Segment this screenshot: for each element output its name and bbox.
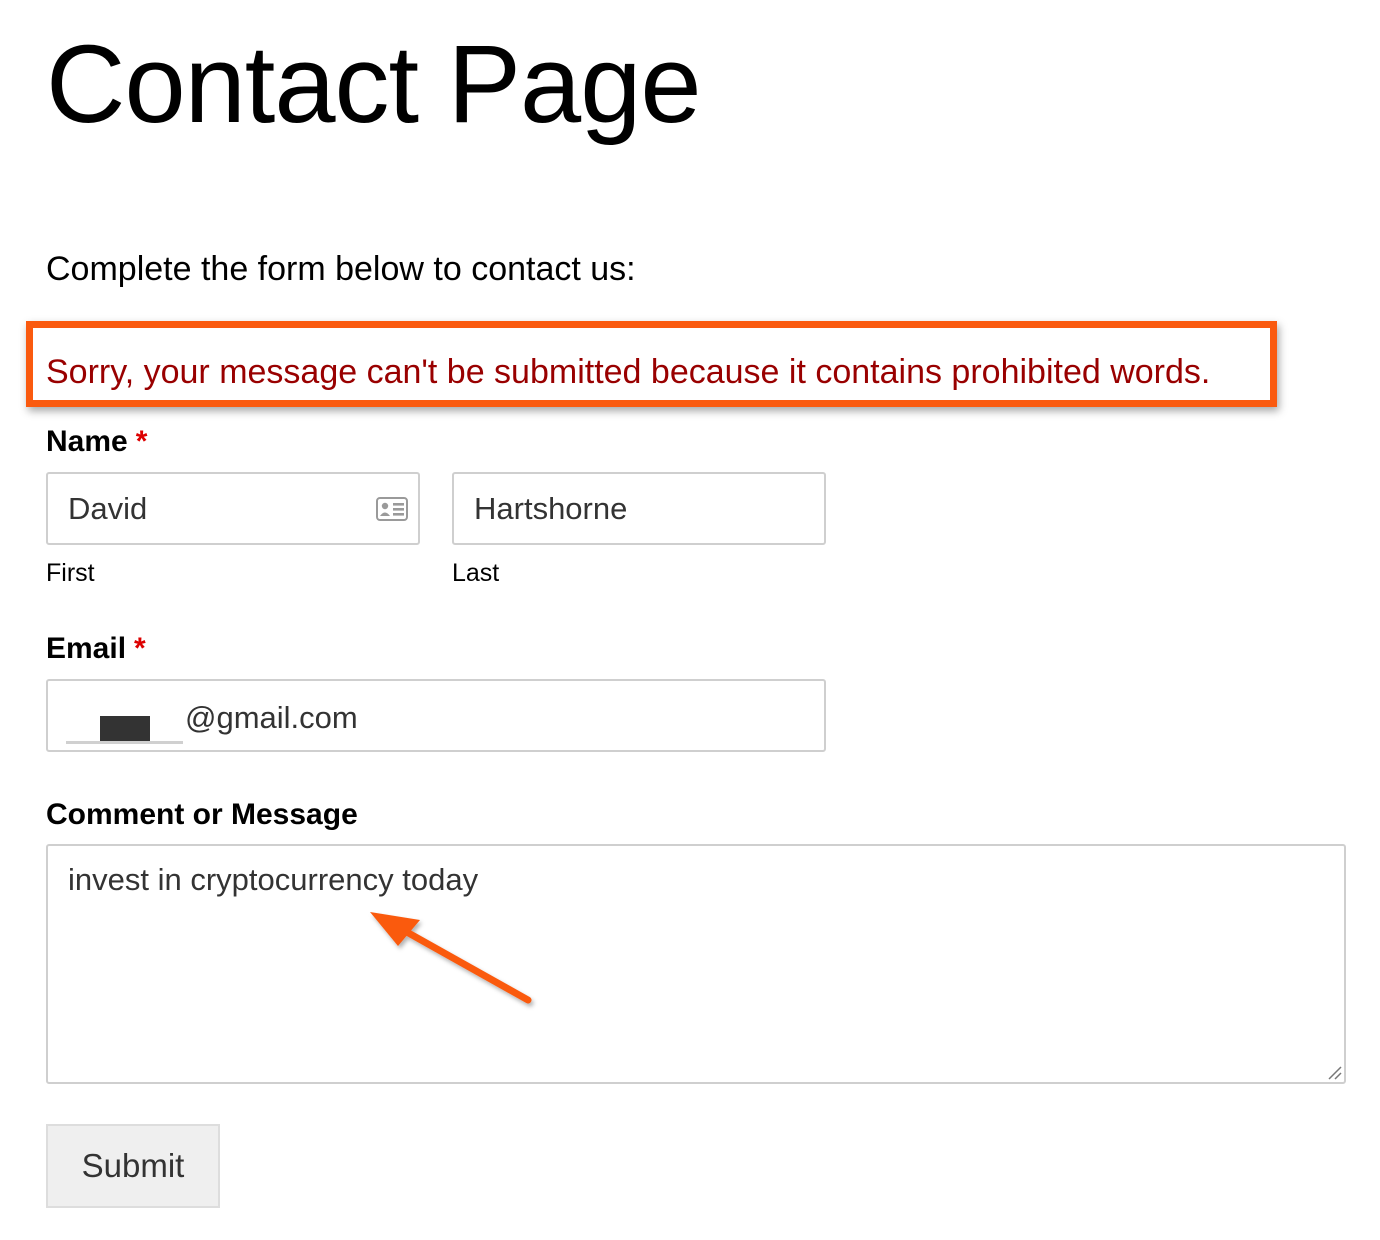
- email-label: Email *: [46, 629, 146, 669]
- message-textarea[interactable]: invest in cryptocurrency today: [46, 844, 1346, 1084]
- redacted-email-block: [100, 716, 150, 741]
- page-title: Contact Page: [46, 23, 702, 146]
- resize-handle-icon[interactable]: [1326, 1064, 1342, 1080]
- message-label: Comment or Message: [46, 798, 358, 831]
- last-name-sublabel: Last: [452, 559, 500, 587]
- contact-card-icon[interactable]: [376, 497, 408, 521]
- arrow-icon: [370, 912, 532, 1004]
- form-intro-text: Complete the form below to contact us:: [46, 250, 636, 288]
- redacted-email-underline: [66, 741, 183, 744]
- name-required-mark: *: [135, 425, 148, 458]
- email-label-text: Email: [46, 632, 127, 665]
- first-name-sublabel: First: [46, 559, 95, 587]
- submit-button[interactable]: Submit: [46, 1124, 220, 1208]
- email-required-mark: *: [134, 632, 146, 665]
- last-name-value: Hartshorne: [474, 491, 628, 526]
- error-message: Sorry, your message can't be submitted b…: [46, 353, 1211, 391]
- last-name-input[interactable]: Hartshorne: [452, 472, 826, 545]
- name-label: Name *: [46, 422, 147, 462]
- first-name-input[interactable]: David: [46, 472, 420, 545]
- email-input[interactable]: @gmail.com: [46, 679, 826, 752]
- message-value: invest in cryptocurrency today: [68, 862, 479, 897]
- name-label-text: Name: [46, 425, 128, 458]
- first-name-value: David: [68, 491, 148, 526]
- email-value: @gmail.com: [185, 700, 358, 735]
